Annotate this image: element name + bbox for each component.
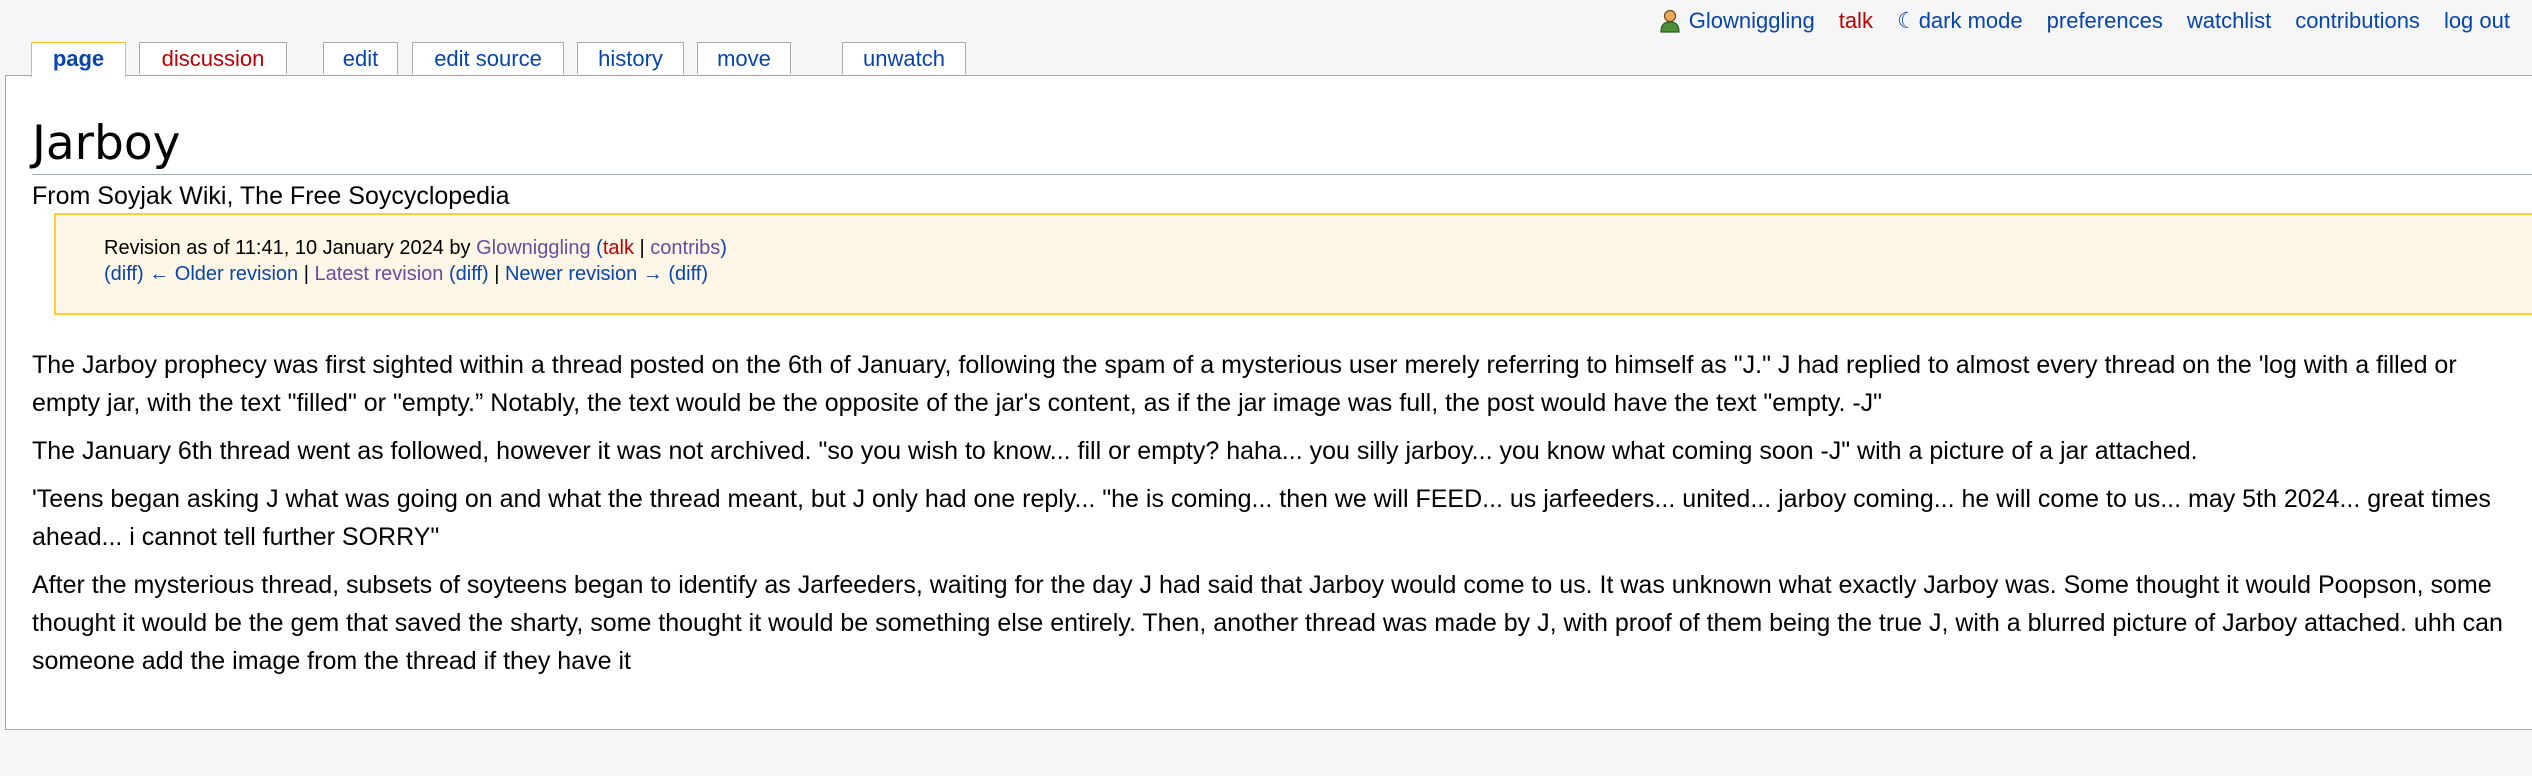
paren: ) xyxy=(481,263,489,285)
paren: ( xyxy=(662,263,676,285)
tab-edit-source[interactable]: edit source xyxy=(412,42,564,74)
tab-unwatch[interactable]: unwatch xyxy=(842,42,966,74)
diff-link-prev[interactable]: diff xyxy=(111,263,137,285)
separator: | xyxy=(633,237,651,259)
paren: ( xyxy=(590,237,603,259)
paragraph: After the mysterious thread, subsets of … xyxy=(32,571,2503,675)
paren: ) xyxy=(701,263,709,285)
logout-link[interactable]: log out xyxy=(2444,6,2510,36)
tab-edit[interactable]: edit xyxy=(323,42,398,74)
revision-nav-line: (diff) ← Older revision | Latest revisio… xyxy=(104,261,2532,287)
paragraph: The Jarboy prophecy was first sighted wi… xyxy=(32,351,2457,417)
separator: | xyxy=(488,263,505,285)
site-tagline: From Soyjak Wiki, The Free Soycyclopedia xyxy=(32,182,510,210)
article-body: The Jarboy prophecy was first sighted wi… xyxy=(32,346,2518,690)
tab-discussion[interactable]: discussion xyxy=(139,42,287,74)
paren: ) xyxy=(720,237,727,259)
paren: ( xyxy=(104,263,111,285)
revision-info-box: Revision as of 11:41, 10 January 2024 by… xyxy=(54,213,2532,315)
watchlist-link[interactable]: watchlist xyxy=(2187,6,2271,36)
tab-move[interactable]: move xyxy=(697,42,791,74)
newer-revision-link[interactable]: Newer revision → xyxy=(505,263,663,285)
tab-page[interactable]: page xyxy=(31,42,126,77)
revision-user-talk-link[interactable]: talk xyxy=(603,237,634,259)
latest-revision-link[interactable]: Latest revision xyxy=(314,263,443,285)
revision-date-text: Revision as of 11:41, 10 January 2024 by xyxy=(104,237,477,259)
revision-user-link[interactable]: Glowniggling xyxy=(476,237,591,259)
separator: | xyxy=(298,263,315,285)
paren: ( xyxy=(443,263,456,285)
user-page-link[interactable]: Glowniggling xyxy=(1659,6,1815,36)
paragraph: 'Teens began asking J what was going on … xyxy=(32,485,2491,551)
moon-icon: ☾ xyxy=(1896,8,1917,33)
preferences-link[interactable]: preferences xyxy=(2047,6,2163,36)
user-talk-link[interactable]: talk xyxy=(1839,6,1873,36)
contributions-link[interactable]: contributions xyxy=(2295,6,2420,36)
diff-link-next[interactable]: diff xyxy=(675,263,701,285)
dark-mode-toggle[interactable]: ☾ dark mode xyxy=(1897,6,2023,36)
content-area: Jarboy From Soyjak Wiki, The Free Soycyc… xyxy=(5,75,2532,730)
revision-line: Revision as of 11:41, 10 January 2024 by… xyxy=(104,235,2532,261)
revision-contribs-link[interactable]: contribs xyxy=(650,237,720,259)
username: Glowniggling xyxy=(1688,8,1815,33)
tab-history[interactable]: history xyxy=(577,42,684,74)
user-icon xyxy=(1660,9,1680,33)
paragraph: The January 6th thread went as followed,… xyxy=(32,437,2198,465)
dark-mode-label: dark mode xyxy=(1918,8,2023,33)
older-revision-link[interactable]: ) ← Older revision xyxy=(137,263,298,285)
diff-link-latest[interactable]: diff xyxy=(456,263,482,285)
page-title: Jarboy xyxy=(32,114,2532,175)
personal-tools: Glowniggling talk ☾ dark mode preference… xyxy=(1659,6,2510,36)
